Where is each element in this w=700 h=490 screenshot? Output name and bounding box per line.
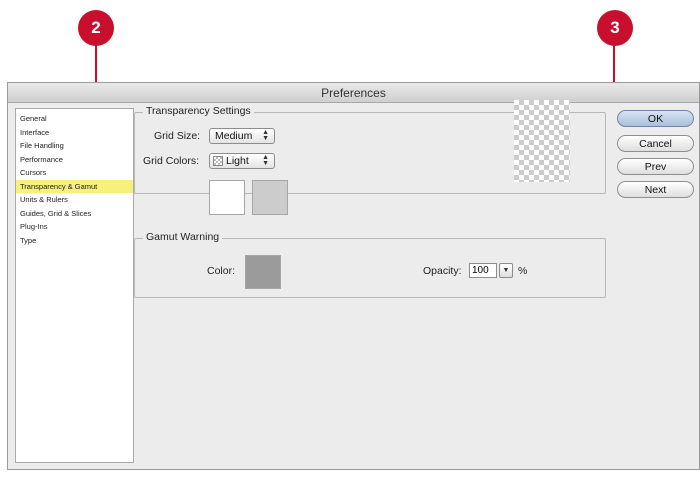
grid-size-label: Grid Size:: [154, 130, 201, 142]
window-titlebar: Preferences: [8, 83, 699, 103]
grid-size-value: Medium: [215, 130, 253, 142]
grid-colors-value: Light: [226, 155, 249, 167]
transparency-settings-title: Transparency Settings: [143, 105, 254, 117]
dropdown-arrow-icon: ▼: [502, 267, 510, 274]
cancel-button[interactable]: Cancel: [617, 135, 694, 152]
updown-arrows-icon: ▲ ▼: [262, 129, 269, 142]
sidebar-item-performance[interactable]: Performance: [16, 153, 133, 167]
grid-size-select[interactable]: Medium ▲ ▼: [209, 128, 275, 144]
grid-color-swatch-dark[interactable]: [252, 180, 288, 215]
ok-button[interactable]: OK: [617, 110, 694, 127]
prev-button[interactable]: Prev: [617, 158, 694, 175]
window-title: Preferences: [321, 85, 386, 100]
callout-badge-2: 2: [78, 10, 114, 46]
updown-arrows-icon: ▲ ▼: [262, 154, 269, 167]
sidebar-item-transparency-gamut[interactable]: Transparency & Gamut: [16, 179, 133, 193]
opacity-dropdown-button[interactable]: ▼: [499, 263, 513, 278]
sidebar-item-cursors[interactable]: Cursors: [16, 166, 133, 180]
opacity-unit: %: [518, 265, 528, 277]
gamut-color-swatch[interactable]: [245, 255, 281, 289]
opacity-value: 100: [472, 265, 489, 276]
sidebar-item-units-rulers[interactable]: Units & Rulers: [16, 193, 133, 207]
opacity-input[interactable]: 100: [469, 263, 497, 278]
preferences-sidebar: General Interface File Handling Performa…: [15, 108, 134, 463]
gamut-color-label: Color:: [207, 265, 236, 277]
opacity-label: Opacity:: [423, 265, 462, 277]
grid-colors-label: Grid Colors:: [143, 155, 200, 167]
transparency-grid-preview: [514, 100, 570, 182]
callout-badge-3: 3: [597, 10, 633, 46]
sidebar-item-guides-grid-slices[interactable]: Guides, Grid & Slices: [16, 207, 133, 221]
sidebar-item-general[interactable]: General: [16, 112, 133, 126]
gamut-warning-title: Gamut Warning: [143, 231, 223, 243]
grid-color-swatch-light[interactable]: [209, 180, 245, 215]
checkerboard-icon: [213, 156, 223, 166]
next-button[interactable]: Next: [617, 181, 694, 198]
sidebar-item-type[interactable]: Type: [16, 234, 133, 248]
sidebar-item-interface[interactable]: Interface: [16, 126, 133, 140]
sidebar-item-file-handling[interactable]: File Handling: [16, 139, 133, 153]
grid-colors-select[interactable]: Light ▲ ▼: [209, 153, 275, 169]
gamut-warning-group: Gamut Warning: [134, 231, 606, 298]
sidebar-item-plug-ins[interactable]: Plug-Ins: [16, 220, 133, 234]
